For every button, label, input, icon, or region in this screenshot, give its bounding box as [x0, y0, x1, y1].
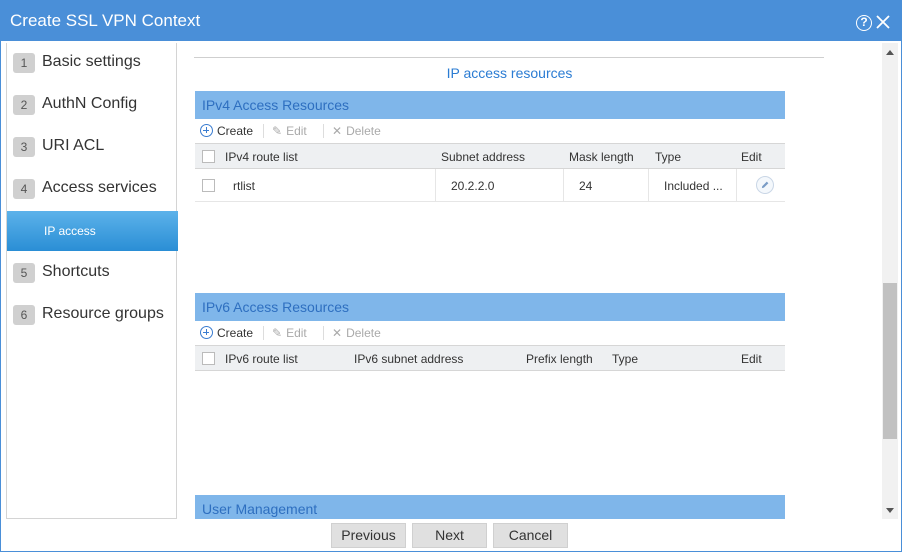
wizard-steps: 1 Basic settings 2 AuthN Config 3 URI AC… [6, 43, 178, 519]
ipv6-create-button[interactable]: Create [200, 326, 253, 340]
separator [263, 326, 264, 340]
step-uri-acl[interactable]: 3 URI ACL [7, 127, 178, 167]
ipv4-table-header: IPv4 route list Subnet address Mask leng… [195, 143, 785, 169]
row-checkbox[interactable] [202, 179, 215, 192]
step-label: URI ACL [42, 137, 105, 154]
step-sub-label: IP access [44, 224, 96, 238]
col-edit: Edit [741, 150, 762, 164]
create-label: Create [217, 124, 254, 138]
scroll-down-icon[interactable] [886, 508, 894, 513]
create-label: Create [217, 326, 254, 340]
cell-route-list: rtlist [233, 179, 255, 193]
cell-type: Included ... [664, 179, 723, 193]
step-access-services[interactable]: 4 Access services [7, 169, 178, 209]
cell-subnet: 20.2.2.0 [451, 179, 495, 193]
ipv4-edit-button[interactable]: ✎ Edit [272, 124, 307, 138]
step-number: 1 [13, 53, 35, 73]
close-icon[interactable] [875, 14, 891, 30]
next-button[interactable]: Next [412, 523, 487, 548]
step-shortcuts[interactable]: 5 Shortcuts [7, 253, 178, 293]
ipv4-create-button[interactable]: Create [200, 124, 253, 138]
step-number: 4 [13, 179, 35, 199]
step-number: 2 [13, 95, 35, 115]
scroll-up-icon[interactable] [886, 50, 894, 55]
plus-circle-icon [200, 326, 213, 339]
step-number: 3 [13, 137, 35, 157]
user-management-panel: User Management [195, 495, 785, 519]
dialog: Create SSL VPN Context ? 1 Basic setting… [0, 0, 902, 552]
col-edit: Edit [741, 352, 762, 366]
col-ipv4-route-list[interactable]: IPv4 route list [225, 150, 298, 164]
col-ipv6-route-list[interactable]: IPv6 route list [225, 352, 298, 366]
step-basic-settings[interactable]: 1 Basic settings [7, 43, 178, 83]
step-label: Resource groups [42, 305, 164, 322]
step-number: 6 [13, 305, 35, 325]
ipv6-delete-button[interactable]: ✕ Delete [332, 326, 381, 340]
step-label: AuthN Config [42, 95, 138, 112]
section-title: IP access resources [446, 65, 573, 81]
step-authn-config[interactable]: 2 AuthN Config [7, 85, 178, 125]
delete-label: Delete [346, 326, 381, 340]
step-label: Shortcuts [42, 263, 110, 280]
column-divider [736, 169, 737, 202]
select-all-checkbox[interactable] [202, 150, 215, 163]
edit-pencil-icon[interactable] [756, 176, 774, 194]
col-subnet-address[interactable]: Subnet address [441, 150, 525, 164]
dialog-title: Create SSL VPN Context [10, 11, 201, 30]
step-resource-groups[interactable]: 6 Resource groups [7, 295, 178, 335]
vertical-scrollbar[interactable] [882, 43, 898, 519]
pencil-icon: ✎ [272, 326, 283, 340]
step-label: Access services [42, 179, 157, 196]
step-label: Basic settings [42, 53, 141, 70]
divider [194, 57, 824, 58]
delete-label: Delete [346, 124, 381, 138]
scrollbar-thumb[interactable] [883, 283, 897, 439]
plus-circle-icon [200, 124, 213, 137]
col-prefix-length[interactable]: Prefix length [526, 352, 593, 366]
ipv6-toolbar: Create ✎ Edit ✕ Delete [195, 321, 785, 345]
col-type[interactable]: Type [655, 150, 681, 164]
ipv4-delete-button[interactable]: ✕ Delete [332, 124, 381, 138]
cancel-button[interactable]: Cancel [493, 523, 568, 548]
edit-label: Edit [286, 326, 307, 340]
column-divider [648, 169, 649, 202]
cell-mask: 24 [579, 179, 593, 193]
step-ip-access[interactable]: IP access [7, 211, 178, 251]
separator [263, 124, 264, 138]
table-row[interactable]: rtlist 20.2.2.0 24 Included ... [195, 169, 785, 202]
separator [323, 124, 324, 138]
column-divider [435, 169, 436, 202]
ipv4-panel: IPv4 Access Resources Create ✎ Edit ✕ Dele… [195, 91, 785, 202]
x-icon: ✕ [332, 124, 343, 138]
select-all-checkbox[interactable] [202, 352, 215, 365]
col-ipv6-subnet-address[interactable]: IPv6 subnet address [354, 352, 463, 366]
pencil-icon: ✎ [272, 124, 283, 138]
x-icon: ✕ [332, 326, 343, 340]
ipv4-toolbar: Create ✎ Edit ✕ Delete [195, 119, 785, 143]
help-icon[interactable]: ? [856, 15, 872, 31]
main-content: IP access resources IPv4 Access Resource… [177, 43, 883, 519]
ipv6-panel-title: IPv6 Access Resources [195, 293, 785, 321]
separator [323, 326, 324, 340]
user-management-title: User Management [195, 495, 785, 519]
ipv6-panel: IPv6 Access Resources Create ✎ Edit ✕ Dele… [195, 293, 785, 371]
column-divider [563, 169, 564, 202]
ipv6-edit-button[interactable]: ✎ Edit [272, 326, 307, 340]
col-type[interactable]: Type [612, 352, 638, 366]
previous-button[interactable]: Previous [331, 523, 406, 548]
titlebar: Create SSL VPN Context ? [1, 1, 901, 41]
ipv6-table-header: IPv6 route list IPv6 subnet address Pref… [195, 345, 785, 371]
edit-label: Edit [286, 124, 307, 138]
step-number: 5 [13, 263, 35, 283]
ipv4-panel-title: IPv4 Access Resources [195, 91, 785, 119]
col-mask-length[interactable]: Mask length [569, 150, 634, 164]
